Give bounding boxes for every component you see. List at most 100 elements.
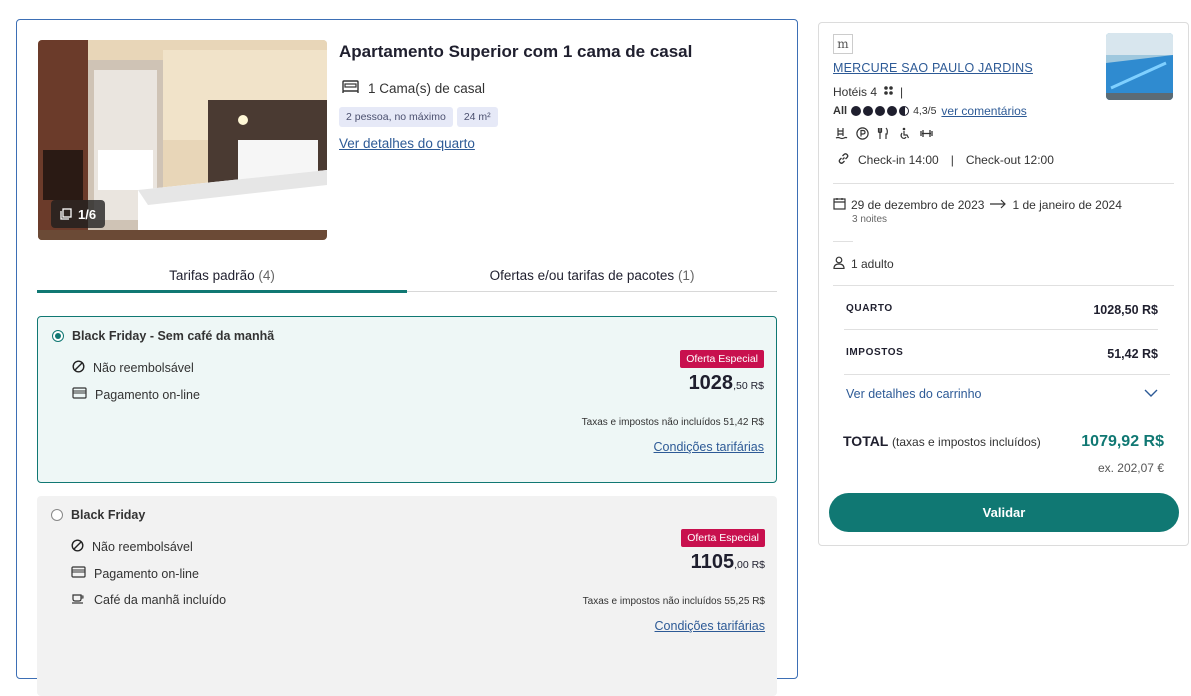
tab-standard-rates[interactable]: Tarifas padrão (4)	[37, 260, 407, 293]
tax-line-amount: 51,42 R$	[1107, 347, 1158, 361]
link-icon	[837, 152, 850, 168]
accessibility-icon	[898, 127, 911, 145]
hotel-thumbnail	[1106, 33, 1173, 100]
guests-label: 1 adulto	[851, 257, 894, 271]
total-row: TOTAL (taxas e impostos incluídos) 1079,…	[843, 433, 1164, 451]
pool-icon	[835, 127, 848, 145]
rate-price: 1105,00 R$	[691, 551, 765, 574]
rating-dot	[887, 106, 898, 116]
bed-icon	[342, 80, 359, 97]
divider	[844, 329, 1158, 330]
rating-value: 4,3/5	[913, 105, 937, 117]
feature-label: Pagamento on-line	[94, 566, 199, 581]
reviews-link[interactable]: ver comentários	[941, 104, 1026, 118]
tab-package-offers-count: (1)	[677, 268, 695, 283]
fitness-icon	[919, 127, 934, 145]
total-note: (taxas e impostos incluídos)	[892, 435, 1041, 449]
tab-standard-rates-label: Tarifas padrão	[169, 268, 255, 283]
rate-option[interactable]: Black Friday Não reembolsável Pagamento …	[37, 496, 777, 696]
tax-line-label: IMPOSTOS	[846, 347, 904, 358]
feature-non-refundable: Não reembolsável	[71, 539, 193, 555]
total-title: TOTAL	[843, 433, 889, 449]
rate-name: Black Friday - Sem café da manhã	[72, 329, 275, 343]
category-label: Hotéis 4	[833, 85, 878, 99]
feature-non-refundable: Não reembolsável	[72, 360, 194, 376]
room-details-link[interactable]: Ver detalhes do quarto	[339, 136, 475, 151]
feature-online-payment: Pagamento on-line	[72, 387, 200, 402]
rating-dot-half	[899, 106, 910, 116]
rate-radio-selected[interactable]	[52, 330, 64, 342]
no-entry-icon	[72, 360, 85, 376]
price-decimal: ,00 R$	[734, 559, 765, 571]
feature-label: Pagamento on-line	[95, 387, 200, 402]
coffee-cup-icon	[71, 592, 86, 607]
guests-info: 1 adulto	[833, 256, 894, 272]
brand-logo: m	[833, 34, 853, 54]
amenities-icons	[835, 127, 934, 145]
category-separator: |	[900, 85, 904, 99]
divider	[844, 374, 1170, 375]
checkin-time: Check-in 14:00	[858, 153, 939, 167]
taxes-note: Taxas e impostos não incluídos 51,42 R$	[581, 417, 764, 428]
feature-label: Não reembolsável	[93, 361, 194, 375]
divider	[833, 285, 1174, 286]
rate-conditions-link[interactable]: Condições tarifárias	[654, 440, 764, 454]
checkin-checkout: Check-in 14:00 | Check-out 12:00	[837, 152, 1054, 168]
room-title: Apartamento Superior com 1 cama de casal	[339, 42, 693, 61]
divider	[833, 183, 1174, 184]
feature-online-payment: Pagamento on-line	[71, 566, 199, 581]
total-amount: 1079,92 R$	[1081, 433, 1164, 450]
feature-label: Café da manhã incluído	[94, 592, 227, 607]
stars-icon	[883, 85, 894, 99]
tab-package-offers-label: Ofertas e/ou tarifas de pacotes	[489, 268, 675, 283]
tax-line: IMPOSTOS 51,42 R$	[846, 347, 1158, 361]
tab-package-offers[interactable]: Ofertas e/ou tarifas de pacotes (1)	[407, 260, 777, 291]
photo-counter[interactable]: 1/6	[51, 200, 106, 228]
restaurant-icon	[877, 127, 890, 145]
pool-image	[1106, 33, 1173, 100]
stay-dates: 29 de dezembro de 2023 1 de janeiro de 2…	[833, 197, 1122, 213]
taxes-note: Taxas e impostos não incluídos 55,25 R$	[582, 596, 765, 607]
total-euro: ex. 202,07 €	[1097, 461, 1164, 475]
booking-summary: m MERCURE SAO PAULO JARDINS Hotéis 4 | A…	[818, 22, 1189, 546]
nights-count: 3 noites	[852, 214, 888, 225]
special-offer-badge: Oferta Especial	[680, 350, 764, 368]
checkout-time: Check-out 12:00	[965, 153, 1054, 167]
room-size-chip: 24 m²	[456, 107, 498, 127]
max-guests-chip: 2 pessoa, no máximo	[339, 107, 453, 127]
feature-label: Não reembolsável	[92, 540, 193, 554]
room-line-label: QUARTO	[846, 303, 893, 314]
date-to: 1 de janeiro de 2024	[1012, 198, 1122, 212]
rate-option-selected[interactable]: Black Friday - Sem café da manhã Não ree…	[37, 316, 777, 483]
tab-standard-rates-count: (4)	[258, 268, 275, 283]
bed-info: 1 Cama(s) de casal	[342, 80, 485, 97]
credit-card-icon	[71, 566, 86, 581]
checkin-separator: |	[950, 153, 954, 167]
hotel-category: Hotéis 4 |	[833, 85, 903, 99]
calendar-icon	[833, 197, 846, 213]
chevron-down-icon	[1144, 387, 1158, 401]
hotel-name-link[interactable]: MERCURE SAO PAULO JARDINS	[833, 61, 1033, 75]
gallery-icon	[60, 208, 72, 220]
rate-tabs: Tarifas padrão (4) Ofertas e/ou tarifas …	[37, 260, 777, 293]
price-integer: 1105	[690, 551, 735, 573]
room-card: 1/6 Apartamento Superior com 1 cama de c…	[16, 19, 798, 696]
room-line-amount: 1028,50 R$	[1093, 303, 1158, 317]
divider-short	[833, 241, 853, 242]
rate-price: 1028,50 R$	[689, 372, 764, 395]
price-decimal: ,50 R$	[733, 380, 764, 392]
validate-button[interactable]: Validar	[829, 493, 1179, 532]
cart-details-toggle[interactable]: Ver detalhes do carrinho	[846, 387, 1158, 401]
person-icon	[833, 256, 845, 272]
room-chips: 2 pessoa, no máximo 24 m²	[339, 107, 498, 127]
rate-radio[interactable]	[51, 509, 63, 521]
room-photo[interactable]: 1/6	[38, 40, 327, 240]
cart-details-label: Ver detalhes do carrinho	[846, 387, 982, 401]
parking-icon	[856, 127, 869, 145]
room-line: QUARTO 1028,50 R$	[846, 303, 1158, 317]
rate-conditions-link[interactable]: Condições tarifárias	[655, 619, 765, 633]
rating-dot	[851, 106, 862, 116]
feature-breakfast: Café da manhã incluído	[71, 592, 226, 607]
rate-name: Black Friday	[71, 508, 146, 522]
rating-dot	[863, 106, 874, 116]
